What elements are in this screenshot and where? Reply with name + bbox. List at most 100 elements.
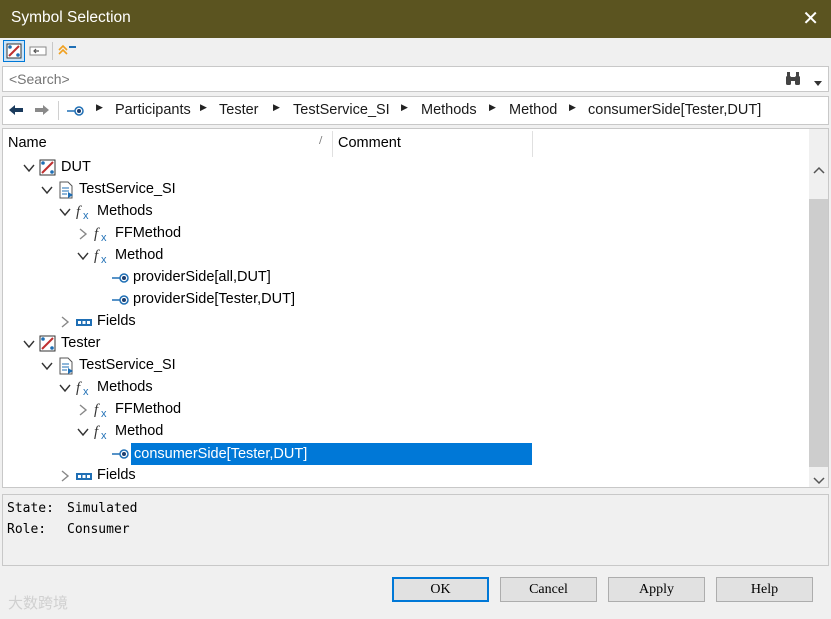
window-title: Symbol Selection bbox=[11, 9, 131, 26]
chevron-down-icon[interactable] bbox=[59, 206, 71, 218]
chevron-down-icon[interactable] bbox=[23, 338, 35, 350]
breadcrumb-item[interactable]: Method bbox=[509, 102, 557, 118]
tree-row-label: Methods bbox=[97, 203, 153, 219]
breadcrumb-item[interactable]: Methods bbox=[421, 102, 477, 118]
tree-row[interactable]: DUT bbox=[3, 157, 809, 179]
svg-text:x: x bbox=[101, 232, 107, 243]
symbol-view-button[interactable] bbox=[3, 40, 25, 62]
scroll-up-icon[interactable] bbox=[813, 162, 825, 178]
chevron-down-icon[interactable] bbox=[23, 162, 35, 174]
tree-row[interactable]: TestService_SI bbox=[3, 179, 809, 201]
service-interface-icon bbox=[57, 357, 75, 375]
chevron-right-icon[interactable] bbox=[59, 316, 71, 328]
tree-row-label: Method bbox=[115, 423, 164, 439]
chevron-down-icon[interactable] bbox=[41, 360, 53, 372]
tree-row-label: Fields bbox=[97, 313, 136, 329]
scroll-down-icon[interactable] bbox=[813, 473, 825, 487]
svg-text:x: x bbox=[101, 430, 107, 441]
close-icon[interactable]: ✕ bbox=[802, 6, 819, 30]
breadcrumb: ▶ Participants ▶ Tester ▶ TestService_SI… bbox=[2, 96, 829, 125]
svg-text:f: f bbox=[76, 204, 82, 220]
breadcrumb-item[interactable]: Participants bbox=[115, 102, 191, 118]
tree-row-label: providerSide[Tester,DUT] bbox=[133, 291, 295, 307]
tree-row[interactable]: f x Methods bbox=[3, 377, 809, 399]
participant-icon bbox=[39, 159, 57, 177]
tree-row[interactable]: f x Method bbox=[3, 245, 809, 267]
tree-row-label: Tester bbox=[61, 335, 101, 351]
function-icon: fx bbox=[93, 423, 111, 442]
function-icon: fx bbox=[75, 379, 93, 398]
title-bar: Symbol Selection ✕ bbox=[0, 0, 831, 38]
svg-text:x: x bbox=[101, 408, 107, 419]
chevron-down-icon[interactable] bbox=[77, 426, 89, 438]
chevron-down-icon[interactable] bbox=[41, 184, 53, 196]
tree-row[interactable]: f x FFMethod bbox=[3, 223, 809, 245]
port-icon bbox=[66, 104, 86, 122]
state-value: Simulated bbox=[67, 501, 138, 516]
participant-icon bbox=[6, 43, 22, 59]
chevron-down-icon[interactable] bbox=[77, 250, 89, 262]
chevron-right-icon[interactable] bbox=[77, 228, 89, 240]
tree-row[interactable]: Fields bbox=[3, 311, 809, 333]
tree-row-label: FFMethod bbox=[115, 225, 182, 241]
tree-row[interactable]: f x Method bbox=[3, 421, 809, 443]
breadcrumb-separator-icon: ▶ bbox=[401, 102, 408, 112]
breadcrumb-separator-icon: ▶ bbox=[200, 102, 207, 112]
svg-text:f: f bbox=[94, 226, 100, 242]
function-icon: fx bbox=[93, 401, 111, 420]
collapse-view-button[interactable] bbox=[27, 40, 49, 62]
svg-text:f: f bbox=[94, 402, 100, 418]
dropdown-arrow-icon[interactable] bbox=[814, 75, 822, 91]
port-icon bbox=[111, 445, 129, 463]
tree-row[interactable]: providerSide[Tester,DUT] bbox=[3, 289, 809, 311]
state-label: State: bbox=[7, 501, 54, 516]
tree-row-label: consumerSide[Tester,DUT] bbox=[131, 443, 532, 465]
filter-icon bbox=[58, 44, 76, 55]
help-button[interactable]: Help bbox=[716, 577, 813, 602]
forward-arrow-icon[interactable] bbox=[34, 104, 50, 120]
svg-text:x: x bbox=[101, 254, 107, 265]
tree-row-label: Methods bbox=[97, 379, 153, 395]
function-icon: fx bbox=[93, 225, 111, 244]
cancel-button[interactable]: Cancel bbox=[500, 577, 597, 602]
symbol-tree: Name / Comment DUT TestService_SI f x Method… bbox=[2, 128, 829, 488]
breadcrumb-separator-icon: ▶ bbox=[96, 102, 103, 112]
tree-row[interactable]: TestService_SI bbox=[3, 355, 809, 377]
apply-button[interactable]: Apply bbox=[608, 577, 705, 602]
tree-row-label: DUT bbox=[61, 159, 91, 175]
field-icon bbox=[75, 313, 93, 331]
binoculars-icon[interactable] bbox=[784, 70, 802, 92]
chevron-right-icon[interactable] bbox=[59, 470, 71, 482]
svg-text:f: f bbox=[94, 424, 100, 440]
breadcrumb-separator-icon: ▶ bbox=[489, 102, 496, 112]
search-bar bbox=[2, 66, 829, 92]
participant-icon bbox=[39, 335, 57, 353]
chevron-right-icon[interactable] bbox=[77, 404, 89, 416]
tree-row-label: TestService_SI bbox=[79, 181, 176, 197]
chevron-down-icon[interactable] bbox=[59, 382, 71, 394]
search-input[interactable] bbox=[7, 70, 771, 88]
tree-row-label: Fields bbox=[97, 467, 136, 483]
service-interface-icon bbox=[57, 181, 75, 199]
breadcrumb-item[interactable]: consumerSide[Tester,DUT] bbox=[588, 102, 761, 118]
tree-row[interactable]: consumerSide[Tester,DUT] bbox=[3, 443, 809, 465]
vertical-scrollbar[interactable] bbox=[809, 129, 828, 487]
back-arrow-icon[interactable] bbox=[8, 104, 24, 120]
tree-rows: DUT TestService_SI f x Methods f x FFMethod f x Me… bbox=[3, 129, 809, 487]
svg-text:x: x bbox=[83, 210, 89, 221]
breadcrumb-item[interactable]: Tester bbox=[219, 102, 259, 118]
breadcrumb-separator-icon: ▶ bbox=[273, 102, 280, 112]
tree-row[interactable]: f x Methods bbox=[3, 201, 809, 223]
tree-row[interactable]: f x FFMethod bbox=[3, 399, 809, 421]
port-icon bbox=[111, 291, 129, 309]
tree-row[interactable]: Fields bbox=[3, 465, 809, 487]
filter-button[interactable] bbox=[56, 39, 78, 61]
tree-row[interactable]: providerSide[all,DUT] bbox=[3, 267, 809, 289]
scrollbar-thumb[interactable] bbox=[809, 199, 828, 467]
role-value: Consumer bbox=[67, 522, 130, 537]
breadcrumb-item[interactable]: TestService_SI bbox=[293, 102, 390, 118]
ok-button[interactable]: OK bbox=[392, 577, 489, 602]
field-icon bbox=[75, 467, 93, 485]
tree-row[interactable]: Tester bbox=[3, 333, 809, 355]
toolbar-divider bbox=[52, 42, 53, 60]
